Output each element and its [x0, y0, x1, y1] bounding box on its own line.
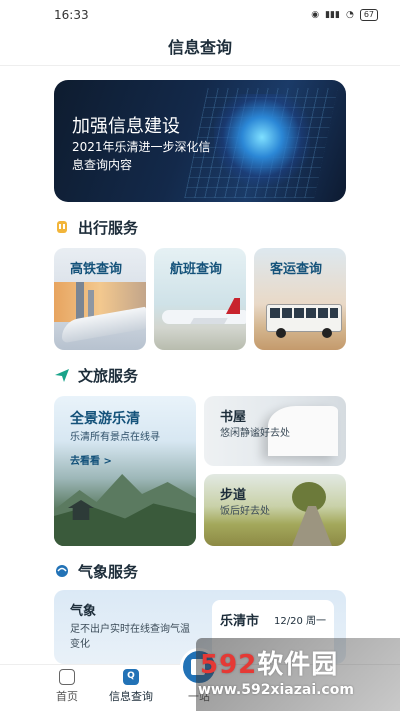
- bus-wheel: [322, 328, 332, 338]
- location-icon: ◉: [311, 10, 320, 20]
- weather-city: 乐清市: [220, 614, 260, 629]
- battery-icon: 67: [359, 9, 378, 21]
- tab-label: 首页: [56, 690, 78, 703]
- card-label: 气象: [70, 604, 97, 619]
- travel-icon: [57, 221, 67, 233]
- hero-banner[interactable]: 加强信息建设 2021年乐清进一步深化信息查询内容: [54, 80, 346, 202]
- tab-label: 信息查询: [109, 690, 153, 703]
- wifi-icon: ◔: [345, 10, 354, 20]
- section-title: 气象服务: [78, 562, 139, 581]
- bus-windows: [270, 308, 338, 318]
- airplane-tail: [226, 298, 240, 314]
- section-title: 文旅服务: [78, 366, 139, 385]
- section-weather: 气象服务: [54, 560, 138, 582]
- trail-card[interactable]: 步道 饭后好去处: [204, 474, 346, 546]
- tower-shape: [76, 282, 84, 320]
- banner-subline: 2021年乐清进一步深化信息查询内容: [72, 140, 211, 172]
- weather-icon: [56, 565, 68, 577]
- tab-info-query[interactable]: Q 信息查询: [96, 669, 166, 704]
- card-label: 高铁查询: [70, 262, 123, 277]
- card-label: 书屋: [220, 410, 247, 425]
- banner-headline: 加强信息建设: [72, 116, 180, 137]
- card-label: 全景游乐清: [70, 411, 140, 427]
- banner-glow: [214, 94, 310, 190]
- airplane-wing: [190, 318, 228, 324]
- card-description: 悠闲静谧好去处: [220, 428, 290, 439]
- tab-home[interactable]: 首页: [32, 669, 102, 704]
- card-label: 客运查询: [270, 262, 323, 277]
- bus-wheel: [276, 328, 286, 338]
- card-description: 乐清所有景点在线寻: [70, 432, 160, 443]
- status-time: 16:33: [54, 8, 89, 22]
- see-more-link[interactable]: 去看看 >: [70, 452, 112, 467]
- culture-icon: [55, 369, 69, 382]
- bus-query-card[interactable]: 客运查询: [254, 248, 346, 350]
- page-title: 信息查询: [0, 30, 400, 66]
- section-travel: 出行服务: [54, 216, 138, 238]
- status-icons: ◉ ▮▮▮ ◔ 67: [311, 9, 378, 21]
- signal-icon: ▮▮▮: [325, 10, 340, 20]
- watermark-url: www.592xiazai.com: [198, 682, 354, 698]
- status-bar: 16:33 ◉ ▮▮▮ ◔ 67: [0, 0, 400, 30]
- bookstore-card[interactable]: 书屋 悠闲静谧好去处: [204, 396, 346, 466]
- card-description: 饭后好去处: [220, 506, 270, 517]
- section-title: 出行服务: [78, 218, 139, 237]
- weather-date: 12/20 周一: [274, 616, 326, 627]
- card-description: 足不出户实时在线查询气温变化: [70, 624, 190, 650]
- card-label: 步道: [220, 488, 247, 503]
- section-culture: 文旅服务: [54, 364, 138, 386]
- query-icon: Q: [123, 669, 139, 685]
- flight-query-card[interactable]: 航班查询: [154, 248, 246, 350]
- card-label: 航班查询: [170, 262, 223, 277]
- panorama-tour-card[interactable]: 全景游乐清 乐清所有景点在线寻 去看看 >: [54, 396, 196, 546]
- app-screen: 16:33 ◉ ▮▮▮ ◔ 67 信息查询 加强信息建设 2021年乐清进一步深…: [0, 0, 400, 711]
- watermark-logo: 592软件园: [200, 650, 339, 680]
- watermark: 592软件园 www.592xiazai.com: [196, 638, 400, 711]
- train-query-card[interactable]: 高铁查询: [54, 248, 146, 350]
- home-icon: [59, 669, 75, 685]
- road-image: [292, 506, 332, 546]
